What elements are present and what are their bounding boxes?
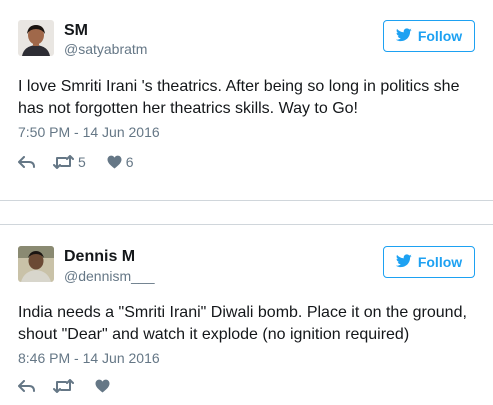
retweet-icon	[53, 155, 74, 169]
tweet-timestamp[interactable]: 7:50 PM - 14 Jun 2016	[18, 124, 160, 140]
retweet-icon	[53, 379, 74, 393]
tweet-actions: 5 6	[18, 153, 134, 171]
follow-label: Follow	[417, 28, 463, 44]
reply-icon	[18, 156, 35, 168]
follow-button[interactable]: Follow	[383, 246, 475, 278]
avatar[interactable]	[18, 246, 54, 282]
tweet-feed: SM @satyabratm Follow I love Smriti Iran…	[0, 0, 493, 405]
reply-icon	[18, 380, 35, 392]
twitter-bird-icon	[395, 27, 418, 45]
user-handle[interactable]: @satyabratm	[64, 41, 147, 57]
tweet-text: India needs a "Smriti Irani" Diwali bomb…	[18, 304, 467, 343]
retweet-button[interactable]	[53, 379, 74, 393]
twitter-bird-icon	[395, 253, 418, 271]
avatar[interactable]	[18, 20, 54, 56]
tweet-actions	[18, 377, 110, 395]
display-name[interactable]: SM	[64, 22, 88, 40]
follow-label: Follow	[417, 254, 463, 270]
like-button[interactable]: 6	[107, 154, 134, 170]
display-name[interactable]: Dennis M	[64, 248, 135, 266]
tweet-card: SM @satyabratm Follow I love Smriti Iran…	[0, 0, 493, 200]
heart-icon	[95, 379, 110, 393]
tweet-timestamp[interactable]: 8:46 PM - 14 Jun 2016	[18, 350, 160, 366]
like-count: 6	[125, 154, 134, 170]
tweet-card: Dennis M @dennism___ Follow India needs …	[0, 224, 493, 405]
tweet-divider	[0, 200, 493, 201]
reply-button[interactable]	[18, 380, 35, 392]
like-button[interactable]	[95, 379, 110, 393]
tweet-text: I love Smriti Irani 's theatrics. After …	[18, 78, 460, 117]
reply-button[interactable]	[18, 156, 35, 168]
heart-icon	[107, 155, 122, 169]
user-handle[interactable]: @dennism___	[64, 268, 155, 284]
follow-button[interactable]: Follow	[383, 20, 475, 52]
retweet-count: 5	[78, 154, 86, 170]
retweet-button[interactable]: 5	[53, 154, 86, 170]
